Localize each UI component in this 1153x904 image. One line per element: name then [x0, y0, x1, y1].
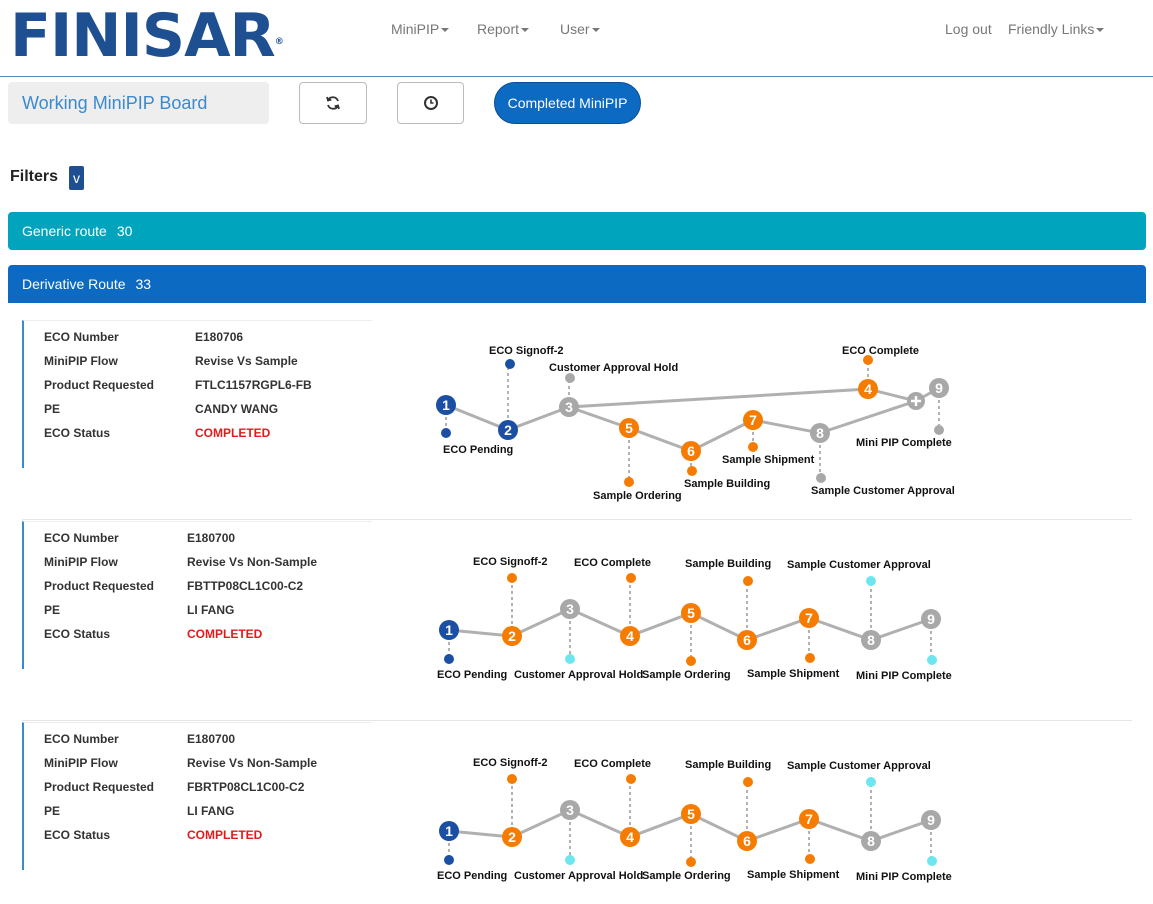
svg-text:1: 1 — [445, 823, 453, 839]
step-label: Sample Customer Approval — [787, 760, 931, 772]
step-label: ECO Pending — [437, 870, 507, 882]
svg-text:5: 5 — [687, 806, 695, 822]
svg-text:3: 3 — [566, 802, 574, 818]
step-sample-shipment[interactable]: 7 Sample Shipment — [747, 809, 840, 881]
svg-text:7: 7 — [805, 811, 813, 827]
svg-text:4: 4 — [626, 829, 634, 845]
svg-text:9: 9 — [927, 812, 935, 828]
step-label: ECO Complete — [574, 758, 651, 770]
svg-text:6: 6 — [743, 833, 751, 849]
step-label: Sample Shipment — [747, 869, 840, 881]
minipip-flow-diagram: 1 ECO Pending 2 ECO Signoff-2 3 Customer Ap… — [437, 757, 952, 883]
svg-text:8: 8 — [867, 833, 875, 849]
step-label: Mini PIP Complete — [856, 871, 952, 883]
step-label: Customer Approval Hold — [514, 870, 643, 882]
step-label: Sample Ordering — [642, 870, 731, 882]
svg-text:2: 2 — [508, 829, 516, 845]
step-sample-ordering[interactable]: 5 Sample Ordering — [642, 804, 731, 882]
step-label: Sample Building — [685, 759, 771, 771]
step-label: ECO Signoff-2 — [473, 757, 548, 769]
step-eco-pending[interactable]: 1 ECO Pending — [437, 821, 507, 882]
